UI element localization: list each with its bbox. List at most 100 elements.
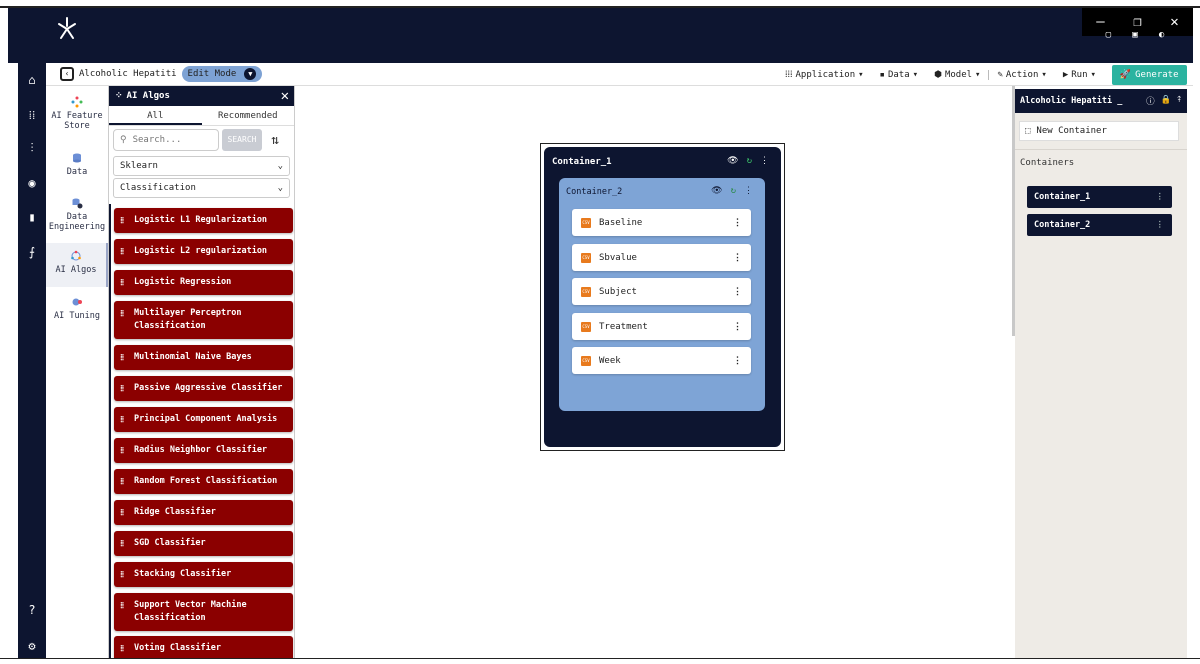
csv-file-icon: CSV bbox=[581, 321, 591, 332]
drag-handle-icon[interactable]: ⁞⁞ bbox=[120, 214, 124, 227]
more-options-icon[interactable]: ⋮ bbox=[733, 253, 742, 263]
search-box: ⚲ bbox=[113, 129, 219, 151]
algo-item[interactable]: ⁞⁞ Logistic L1 Regularization bbox=[114, 208, 293, 233]
library-select[interactable]: Sklearn ⌄ bbox=[113, 156, 290, 176]
database-icon bbox=[73, 153, 81, 163]
settings-icon[interactable]: ⚙ bbox=[23, 637, 41, 655]
field-card[interactable]: CSV Subject ⋮ bbox=[572, 278, 751, 305]
drag-handle-icon[interactable]: ⁞⁞ bbox=[120, 276, 124, 289]
container-1[interactable]: Container_1 👁 ↻ ⋮ Container_2 👁 ↻ ⋮ CSV B… bbox=[540, 143, 785, 451]
drag-handle-icon[interactable]: ⁞⁞ bbox=[120, 444, 124, 457]
close-icon[interactable]: ✕ bbox=[281, 88, 289, 104]
field-card[interactable]: CSV Baseline ⋮ bbox=[572, 209, 751, 236]
database-icon[interactable]: ◉ bbox=[23, 174, 41, 192]
app-logo-icon[interactable] bbox=[52, 14, 82, 44]
algo-item[interactable]: ⁞⁞ Voting Classifier bbox=[114, 636, 293, 658]
task-select[interactable]: Classification ⌄ bbox=[113, 178, 290, 198]
algo-item[interactable]: ⁞⁞ SGD Classifier bbox=[114, 531, 293, 556]
algo-item[interactable]: ⁞⁞ Stacking Classifier bbox=[114, 562, 293, 587]
nav-item-data[interactable]: Data bbox=[46, 152, 108, 177]
menu-run[interactable]: ▶ Run ▾ bbox=[1055, 70, 1104, 80]
menu-model[interactable]: ⬢ Model ▾ bbox=[926, 70, 988, 80]
nav-item-ai-feature-store[interactable]: AI Feature Store bbox=[46, 96, 108, 131]
visibility-icon[interactable]: 👁 bbox=[727, 156, 738, 166]
drag-handle-icon[interactable]: ⁞⁞ bbox=[120, 307, 124, 320]
more-options-icon[interactable]: ⋮ bbox=[744, 186, 753, 196]
container-list-label: Container_2 bbox=[1034, 220, 1091, 230]
close-window-button[interactable]: ✕ bbox=[1170, 14, 1178, 30]
function-icon[interactable]: ⨍ bbox=[23, 243, 41, 261]
field-card[interactable]: CSV Week ⋮ bbox=[572, 347, 751, 374]
drag-handle-icon[interactable]: ⁞⁞ bbox=[120, 568, 124, 581]
nav-item-ai-algos[interactable]: AI Algos bbox=[46, 243, 108, 287]
algo-item[interactable]: ⁞⁞ Passive Aggressive Classifier bbox=[114, 376, 293, 401]
more-options-icon[interactable]: ⋮ bbox=[733, 287, 742, 297]
more-options-icon[interactable]: ⋮ bbox=[1156, 220, 1165, 230]
field-card[interactable]: CSV Treatment ⋮ bbox=[572, 313, 751, 340]
more-options-icon[interactable]: ⋮ bbox=[1156, 192, 1165, 202]
refresh-icon[interactable]: ↻ bbox=[731, 186, 736, 196]
menu-data[interactable]: ▪ Data ▾ bbox=[872, 70, 927, 80]
help-icon[interactable]: ? bbox=[23, 601, 41, 619]
tab-all[interactable]: All bbox=[109, 106, 202, 125]
drag-handle-icon[interactable]: ⁞⁞ bbox=[120, 245, 124, 258]
drag-handle-icon[interactable]: ⁞⁞ bbox=[120, 537, 124, 550]
algo-item[interactable]: ⁞⁞ Ridge Classifier bbox=[114, 500, 293, 525]
algo-item[interactable]: ⁞⁞ Multilayer Perceptron Classification bbox=[114, 301, 293, 339]
csv-file-icon: CSV bbox=[581, 286, 591, 297]
new-container-button[interactable]: ⬚ New Container bbox=[1019, 121, 1179, 141]
generate-button[interactable]: 🚀 Generate bbox=[1111, 64, 1187, 85]
back-icon[interactable]: ‹ bbox=[60, 67, 74, 81]
algo-item[interactable]: ⁞⁞ Multinomial Naive Bayes bbox=[114, 345, 293, 370]
storage-icon[interactable]: ▮ bbox=[23, 208, 41, 226]
drag-handle-icon[interactable]: ⁞⁞ bbox=[120, 475, 124, 488]
database-icon: ▪ bbox=[879, 69, 885, 80]
screen-icon[interactable]: ▣ bbox=[1132, 30, 1137, 44]
nav-item-data-engineering[interactable]: Data Engineering bbox=[46, 197, 108, 232]
chart-icon[interactable]: ⫶ bbox=[23, 139, 41, 157]
algo-item[interactable]: ⁞⁞ Radius Neighbor Classifier bbox=[114, 438, 293, 463]
algo-item[interactable]: ⁞⁞ Principal Component Analysis bbox=[114, 407, 293, 432]
menu-application[interactable]: ⁞⁞⁞ Application ▾ bbox=[777, 69, 872, 81]
container-list-item[interactable]: Container_1 ⋮ bbox=[1027, 186, 1172, 208]
algo-item[interactable]: ⁞⁞ Logistic L2 regularization bbox=[114, 239, 293, 264]
more-options-icon[interactable]: ⋮ bbox=[733, 218, 742, 228]
pin-icon[interactable]: ⤉ bbox=[1177, 95, 1181, 107]
user-icon[interactable]: ◐ bbox=[1159, 30, 1164, 44]
apps-grid-icon[interactable]: ⁞⁞ bbox=[23, 106, 41, 124]
drag-handle-icon[interactable]: ⁞⁞ bbox=[120, 642, 124, 655]
visibility-icon[interactable]: 👁 bbox=[711, 186, 722, 196]
algo-label: Voting Classifier bbox=[134, 643, 221, 653]
restore-button[interactable]: ❐ bbox=[1133, 14, 1141, 30]
search-input[interactable] bbox=[132, 135, 203, 145]
refresh-icon[interactable]: ↻ bbox=[747, 156, 752, 166]
container-1-actions: 👁 ↻ ⋮ bbox=[727, 156, 769, 166]
chevron-down-icon: ⌄ bbox=[277, 183, 283, 193]
notification-icon[interactable]: ▢ bbox=[1106, 30, 1111, 44]
more-options-icon[interactable]: ⋮ bbox=[733, 322, 742, 332]
drag-handle-icon[interactable]: ⁞⁞ bbox=[120, 351, 124, 364]
algo-item[interactable]: ⁞⁞ Random Forest Classification bbox=[114, 469, 293, 494]
algo-item[interactable]: ⁞⁞ Logistic Regression bbox=[114, 270, 293, 295]
nav-item-ai-tuning[interactable]: AI Tuning bbox=[46, 296, 108, 321]
more-options-icon[interactable]: ⋮ bbox=[760, 156, 769, 166]
more-options-icon[interactable]: ⋮ bbox=[733, 356, 742, 366]
container-2-actions: 👁 ↻ ⋮ bbox=[711, 186, 753, 196]
drag-handle-icon[interactable]: ⁞⁞ bbox=[120, 599, 124, 612]
sort-icon[interactable]: ⇅ bbox=[265, 133, 285, 148]
drag-handle-icon[interactable]: ⁞⁞ bbox=[120, 506, 124, 519]
container-2[interactable]: Container_2 👁 ↻ ⋮ CSV Baseline ⋮ CSV Sbvalu… bbox=[559, 178, 765, 411]
menu-action[interactable]: ✎ Action ▾ bbox=[988, 69, 1054, 80]
home-icon[interactable]: ⌂ bbox=[23, 71, 41, 89]
minimize-button[interactable]: — bbox=[1096, 14, 1104, 30]
drag-handle-icon[interactable]: ⁞⁞ bbox=[120, 413, 124, 426]
algo-item[interactable]: ⁞⁞ Support Vector Machine Classification bbox=[114, 593, 293, 631]
search-button[interactable]: SEARCH bbox=[222, 129, 262, 151]
info-icon[interactable]: ⓘ bbox=[1146, 95, 1155, 107]
lock-icon[interactable]: 🔒 bbox=[1161, 95, 1172, 107]
container-list-item[interactable]: Container_2 ⋮ bbox=[1027, 214, 1172, 236]
drag-handle-icon[interactable]: ⁞⁞ bbox=[120, 382, 124, 395]
field-card[interactable]: CSV Sbvalue ⋮ bbox=[572, 244, 751, 271]
tab-recommended[interactable]: Recommended bbox=[202, 106, 295, 125]
mode-select[interactable]: Edit Mode ▼ bbox=[181, 66, 263, 82]
